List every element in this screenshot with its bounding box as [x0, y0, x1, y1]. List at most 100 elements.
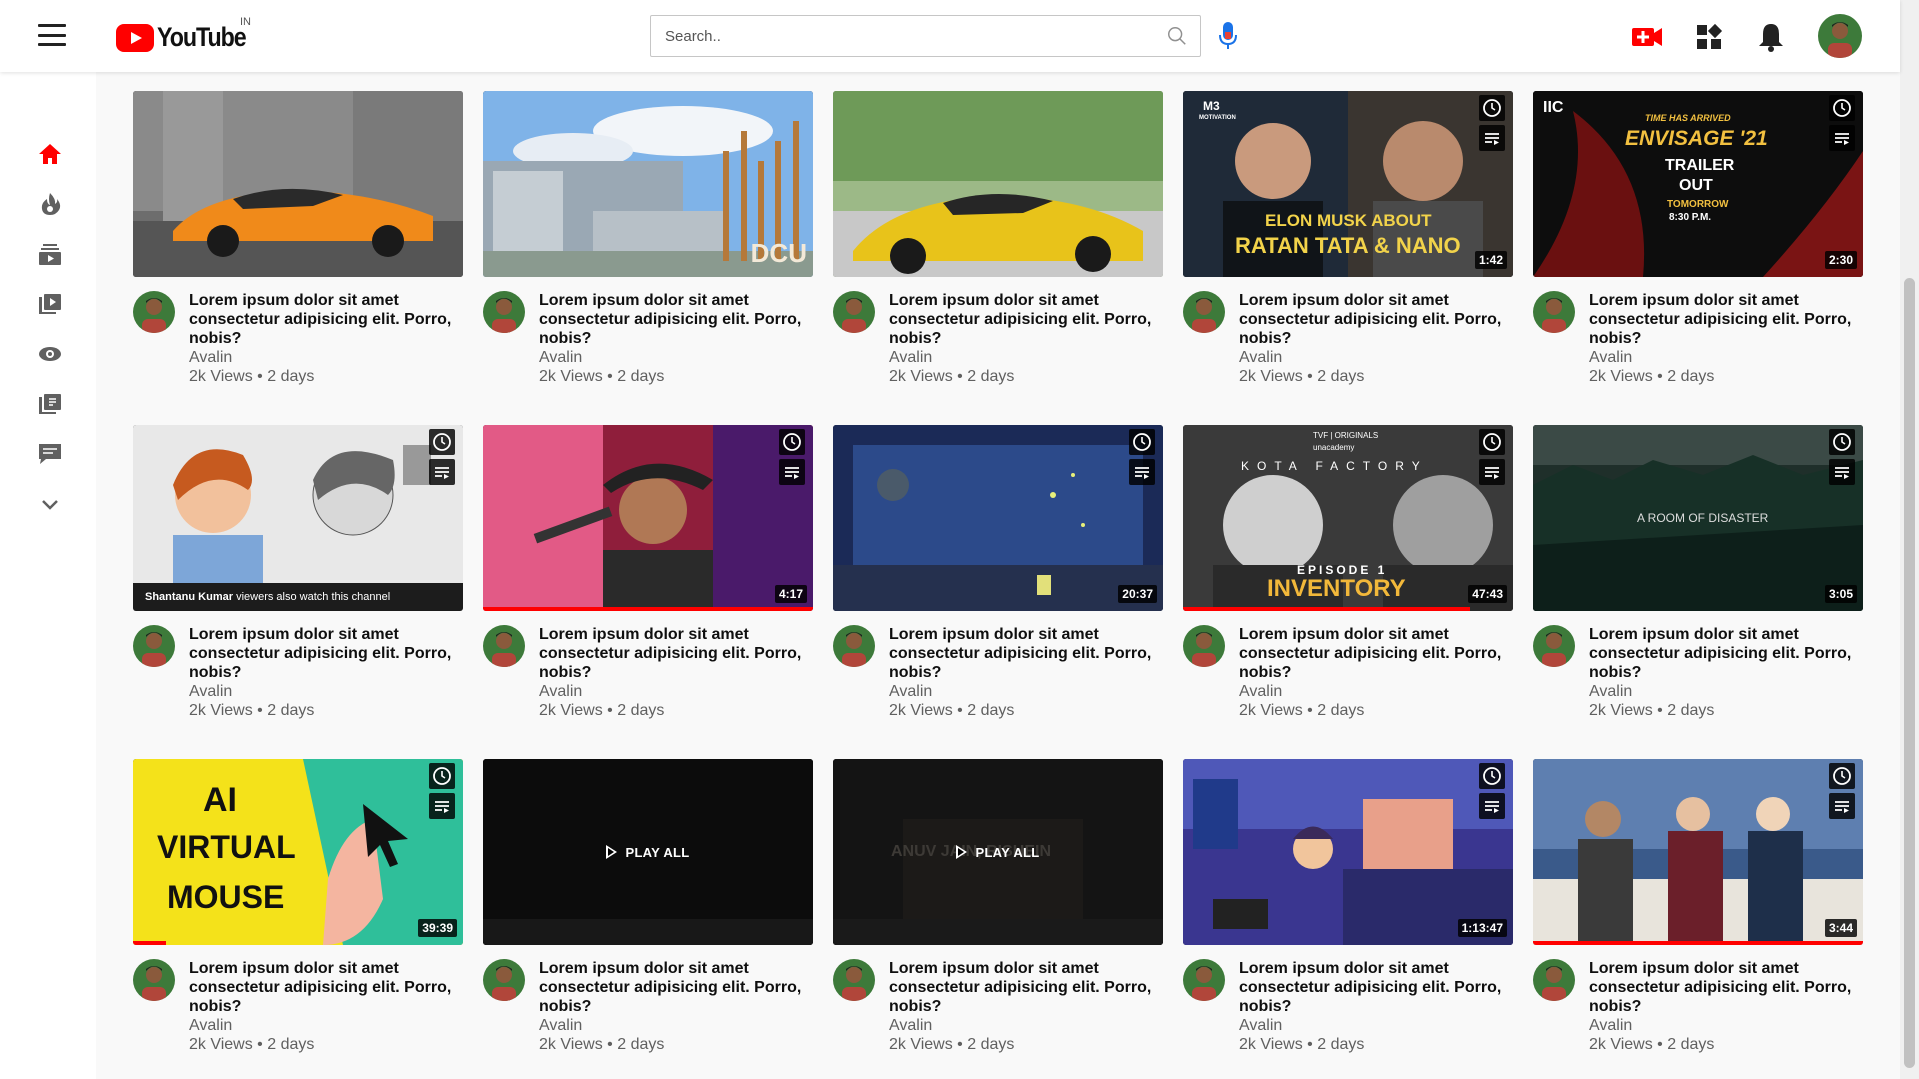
video-thumbnail[interactable]: PLAY ALL [483, 759, 813, 945]
menu-icon[interactable] [38, 24, 66, 46]
library-icon[interactable] [36, 290, 64, 318]
channel-name[interactable]: Avalin [539, 682, 582, 701]
scrollbar[interactable] [1900, 0, 1919, 1079]
channel-avatar[interactable] [133, 959, 175, 1001]
watch-later-icon[interactable] [429, 429, 455, 455]
add-to-queue-icon[interactable] [429, 459, 455, 485]
video-thumbnail[interactable]: 4:17 [483, 425, 813, 611]
channel-avatar[interactable] [1533, 625, 1575, 667]
play-all-button[interactable]: PLAY ALL [483, 759, 813, 945]
video-title[interactable]: Lorem ipsum dolor sit amet consectetur a… [1239, 291, 1515, 348]
trending-icon[interactable] [36, 190, 64, 218]
video-thumbnail[interactable]: M3 MOTIVATION ELON MUSK ABOUT RATAN TATA & … [1183, 91, 1513, 277]
create-video-icon[interactable] [1630, 20, 1664, 54]
chevron-down-icon[interactable] [36, 490, 64, 518]
video-thumbnail[interactable]: ANUV JAIN, RISHEIN PLAY ALL [833, 759, 1163, 945]
video-title[interactable]: Lorem ipsum dolor sit amet consectetur a… [539, 625, 815, 682]
channel-name[interactable]: Avalin [1589, 1016, 1632, 1035]
channel-name[interactable]: Avalin [1239, 348, 1282, 367]
video-thumbnail[interactable]: A ROOM OF DISASTER 3:05 [1533, 425, 1863, 611]
video-thumbnail[interactable]: 1:13:47 [1183, 759, 1513, 945]
video-thumbnail[interactable] [133, 91, 463, 277]
watch-later-icon[interactable] [1129, 429, 1155, 455]
channel-name[interactable]: Avalin [889, 1016, 932, 1035]
history-icon[interactable] [36, 340, 64, 368]
watch-later-icon[interactable] [1829, 429, 1855, 455]
channel-name[interactable]: Avalin [1589, 682, 1632, 701]
watch-later-icon[interactable] [1829, 95, 1855, 121]
search-input[interactable] [651, 16, 1131, 56]
channel-avatar[interactable] [1183, 959, 1225, 1001]
video-title[interactable]: Lorem ipsum dolor sit amet consectetur a… [889, 959, 1165, 1016]
video-thumbnail[interactable]: 3:44 [1533, 759, 1863, 945]
channel-avatar[interactable] [833, 291, 875, 333]
channel-avatar[interactable] [1183, 625, 1225, 667]
user-avatar[interactable] [1818, 14, 1862, 58]
watch-later-icon[interactable] [779, 429, 805, 455]
channel-name[interactable]: Avalin [1589, 348, 1632, 367]
channel-avatar[interactable] [133, 291, 175, 333]
subscriptions-icon[interactable] [36, 240, 64, 268]
watch-later-icon[interactable] [1829, 763, 1855, 789]
video-title[interactable]: Lorem ipsum dolor sit amet consectetur a… [189, 291, 465, 348]
channel-name[interactable]: Avalin [1239, 1016, 1282, 1035]
channel-avatar[interactable] [833, 959, 875, 1001]
video-thumbnail[interactable]: 20:37 [833, 425, 1163, 611]
add-to-queue-icon[interactable] [1829, 459, 1855, 485]
channel-name[interactable]: Avalin [189, 348, 232, 367]
add-to-queue-icon[interactable] [1829, 125, 1855, 151]
add-to-queue-icon[interactable] [1479, 459, 1505, 485]
video-title[interactable]: Lorem ipsum dolor sit amet consectetur a… [539, 291, 815, 348]
channel-avatar[interactable] [1533, 959, 1575, 1001]
channel-avatar[interactable] [483, 959, 525, 1001]
video-title[interactable]: Lorem ipsum dolor sit amet consectetur a… [1239, 625, 1515, 682]
channel-avatar[interactable] [1183, 291, 1225, 333]
channel-name[interactable]: Avalin [889, 682, 932, 701]
channel-avatar[interactable] [833, 625, 875, 667]
channel-avatar[interactable] [133, 625, 175, 667]
add-to-queue-icon[interactable] [429, 793, 455, 819]
add-to-queue-icon[interactable] [1129, 459, 1155, 485]
channel-avatar[interactable] [1533, 291, 1575, 333]
home-icon[interactable] [36, 140, 64, 168]
watch-later-icon[interactable] [1479, 95, 1505, 121]
feedback-icon[interactable] [36, 440, 64, 468]
scrollbar-thumb[interactable] [1904, 278, 1915, 1068]
video-thumbnail[interactable]: AI VIRTUAL MOUSE 39:39 [133, 759, 463, 945]
channel-name[interactable]: Avalin [539, 348, 582, 367]
watch-later-icon[interactable] [429, 763, 455, 789]
add-to-queue-icon[interactable] [1479, 125, 1505, 151]
add-to-queue-icon[interactable] [1829, 793, 1855, 819]
video-title[interactable]: Lorem ipsum dolor sit amet consectetur a… [889, 625, 1165, 682]
channel-name[interactable]: Avalin [889, 348, 932, 367]
watch-later-icon[interactable] [1479, 429, 1505, 455]
video-thumbnail[interactable]: TVF | ORIGINALS unacademy KOTA FACTORY EPIS… [1183, 425, 1513, 611]
video-thumbnail[interactable] [833, 91, 1163, 277]
channel-name[interactable]: Avalin [189, 1016, 232, 1035]
video-title[interactable]: Lorem ipsum dolor sit amet consectetur a… [889, 291, 1165, 348]
mic-icon[interactable] [1216, 20, 1240, 52]
channel-name[interactable]: Avalin [189, 682, 232, 701]
play-all-button[interactable]: PLAY ALL [833, 759, 1163, 945]
video-title[interactable]: Lorem ipsum dolor sit amet consectetur a… [189, 625, 465, 682]
notifications-icon[interactable] [1754, 20, 1788, 54]
add-to-queue-icon[interactable] [1479, 793, 1505, 819]
video-title[interactable]: Lorem ipsum dolor sit amet consectetur a… [1239, 959, 1515, 1016]
video-title[interactable]: Lorem ipsum dolor sit amet consectetur a… [539, 959, 815, 1016]
search-icon[interactable] [1166, 25, 1188, 47]
video-thumbnail[interactable]: DCU [483, 91, 813, 277]
video-thumbnail[interactable]: Shantanu Kumar viewers also watch this c… [133, 425, 463, 611]
add-to-queue-icon[interactable] [779, 459, 805, 485]
video-title[interactable]: Lorem ipsum dolor sit amet consectetur a… [1589, 959, 1865, 1016]
video-title[interactable]: Lorem ipsum dolor sit amet consectetur a… [1589, 625, 1865, 682]
video-title[interactable]: Lorem ipsum dolor sit amet consectetur a… [189, 959, 465, 1016]
youtube-logo[interactable]: YouTube IN [116, 16, 260, 53]
apps-icon[interactable] [1692, 20, 1726, 54]
video-thumbnail[interactable]: IIC TIME HAS ARRIVED ENVISAGE '21 TRAILER OU… [1533, 91, 1863, 277]
playlist-icon[interactable] [36, 390, 64, 418]
video-title[interactable]: Lorem ipsum dolor sit amet consectetur a… [1589, 291, 1865, 348]
channel-avatar[interactable] [483, 625, 525, 667]
channel-avatar[interactable] [483, 291, 525, 333]
channel-name[interactable]: Avalin [1239, 682, 1282, 701]
watch-later-icon[interactable] [1479, 763, 1505, 789]
